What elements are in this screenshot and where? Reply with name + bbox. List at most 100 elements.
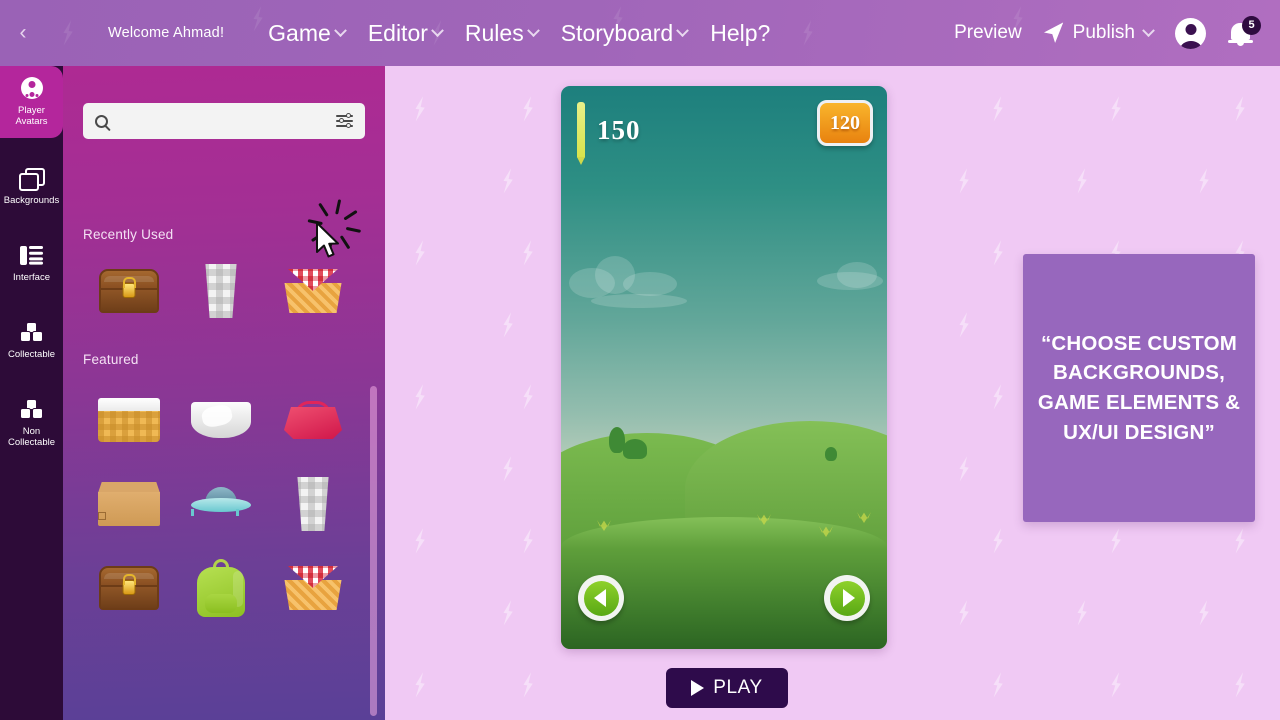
sidebar-item-collectable[interactable]: Collectable — [0, 310, 63, 371]
picnic-basket-thumbnail — [282, 566, 344, 610]
asset-item-plaid-glass[interactable] — [175, 256, 267, 326]
asset-item-cardboard-box[interactable] — [83, 462, 175, 546]
lightning-bolt-icon — [954, 167, 973, 195]
asset-item-picnic-basket[interactable] — [267, 256, 359, 326]
chevron-down-icon — [333, 23, 347, 37]
preview-button[interactable]: Preview — [954, 22, 1022, 44]
next-button[interactable] — [824, 575, 870, 621]
top-navigation-bar: ‹ Welcome Ahmad! Game Editor Rules Story… — [0, 0, 1280, 66]
picnic-basket-thumbnail — [282, 269, 344, 313]
asset-item-picnic-basket-2[interactable] — [267, 546, 359, 630]
cubes-icon — [19, 321, 45, 345]
menu-label-rules: Rules — [464, 19, 524, 46]
lightning-bolt-icon — [498, 599, 517, 627]
quote-card: “CHOOSE CUSTOM BACKGROUNDS, GAME ELEMENT… — [1023, 254, 1255, 522]
sidebar-item-backgrounds[interactable]: Backgrounds — [0, 156, 63, 217]
green-backpack-thumbnail — [197, 559, 245, 617]
section-title-featured: Featured — [83, 352, 139, 367]
recently-used-grid — [83, 256, 383, 326]
game-preview-canvas[interactable]: 150 120 — [561, 86, 887, 649]
lightning-bolt-icon — [988, 671, 1007, 699]
lightning-bolt-icon — [498, 167, 517, 195]
plaid-glass-thumbnail — [297, 477, 329, 531]
asset-panel: Recently Used Featured — [63, 66, 385, 720]
asset-item-ufo[interactable] — [175, 462, 267, 546]
play-button[interactable]: PLAY — [666, 668, 788, 708]
sidebar-item-player-avatars[interactable]: Player Avatars — [0, 66, 63, 138]
lightning-bolt-icon — [988, 527, 1007, 555]
cardboard-box-thumbnail — [98, 482, 160, 526]
publish-button[interactable]: Publish — [1044, 22, 1155, 44]
publish-label: Publish — [1072, 22, 1135, 43]
lightning-bolt-icon — [1106, 671, 1125, 699]
play-triangle-icon — [691, 680, 705, 696]
asset-item-red-purse[interactable] — [267, 378, 359, 462]
asset-item-green-backpack[interactable] — [175, 546, 267, 630]
panel-scrollbar[interactable] — [370, 386, 377, 716]
search-input[interactable] — [118, 113, 336, 129]
chevron-left-icon: ‹ — [19, 21, 27, 44]
bush — [623, 439, 647, 459]
score-display: 150 — [577, 102, 641, 158]
lightning-bolt-icon — [498, 455, 517, 483]
asset-item-white-bowl[interactable] — [175, 378, 267, 462]
sidebar-item-non-collectable[interactable]: Non Collectable — [0, 387, 63, 459]
coin-counter: 120 — [817, 100, 873, 146]
lightning-bolt-icon — [518, 239, 537, 267]
menu-item-rules[interactable]: Rules — [464, 19, 540, 46]
chevron-down-icon — [676, 23, 690, 37]
sidebar-label-interface: Interface — [13, 271, 50, 283]
sidebar-item-interface[interactable]: Interface — [0, 233, 63, 294]
menu-label-help: Help? — [710, 19, 771, 46]
header-actions: Preview Publish 5 — [954, 15, 1280, 49]
lightning-bolt-icon — [1194, 167, 1213, 195]
layout-icon — [19, 244, 45, 268]
coin-value: 120 — [830, 111, 860, 134]
category-sidebar: Player Avatars Backgrounds Interface Col… — [0, 66, 63, 720]
lightning-bolt-icon — [954, 311, 973, 339]
section-title-recently-used: Recently Used — [83, 227, 174, 242]
menu-item-help[interactable]: Help? — [710, 19, 771, 46]
avatar[interactable] — [1175, 17, 1206, 49]
lightning-bolt-icon — [1230, 527, 1249, 555]
scrollbar-thumb[interactable] — [370, 386, 377, 716]
play-label: PLAY — [713, 677, 763, 698]
filter-sliders-icon[interactable] — [336, 113, 353, 128]
sidebar-label-non-collectable-line1: Non — [22, 425, 41, 437]
prev-button[interactable] — [578, 575, 624, 621]
lightning-bolt-icon — [518, 671, 537, 699]
bush — [825, 447, 837, 461]
search-bar[interactable] — [83, 103, 365, 139]
lightning-bolt-icon — [988, 383, 1007, 411]
back-button[interactable]: ‹ — [0, 0, 46, 66]
quote-text: “CHOOSE CUSTOM BACKGROUNDS, GAME ELEMENT… — [1037, 331, 1241, 444]
menu-item-game[interactable]: Game — [268, 19, 347, 46]
ufo-thumbnail — [191, 487, 251, 521]
asset-item-plaid-glass-2[interactable] — [267, 462, 359, 546]
cloud — [591, 294, 687, 308]
lightning-bolt-icon — [1230, 95, 1249, 123]
lightning-bolt-icon — [518, 383, 537, 411]
lightning-bolt-icon — [248, 5, 267, 33]
asset-item-treasure-chest[interactable] — [83, 256, 175, 326]
chevron-down-icon — [431, 23, 444, 37]
lightning-bolt-icon — [954, 599, 973, 627]
lightning-bolt-icon — [518, 527, 537, 555]
asset-item-basket-with-cloth[interactable] — [83, 378, 175, 462]
cloud — [623, 272, 677, 296]
notifications-button[interactable]: 5 — [1228, 15, 1261, 49]
asset-item-treasure-chest-2[interactable] — [83, 546, 175, 630]
lightning-bolt-icon — [1106, 95, 1125, 123]
pencil-icon — [577, 102, 585, 158]
chevron-down-icon — [526, 23, 540, 37]
main-menu: Game Editor Rules Storyboard Help? — [268, 19, 771, 46]
menu-label-game: Game — [268, 19, 331, 46]
lightning-bolt-icon — [410, 239, 429, 267]
menu-item-storyboard[interactable]: Storyboard — [561, 21, 690, 45]
cubes-icon — [19, 398, 45, 422]
treasure-chest-thumbnail — [99, 566, 159, 610]
lightning-bolt-icon — [988, 95, 1007, 123]
lightning-bolt-icon — [1194, 599, 1213, 627]
plaid-glass-thumbnail — [205, 264, 237, 318]
menu-item-editor[interactable]: Editor — [368, 21, 444, 45]
